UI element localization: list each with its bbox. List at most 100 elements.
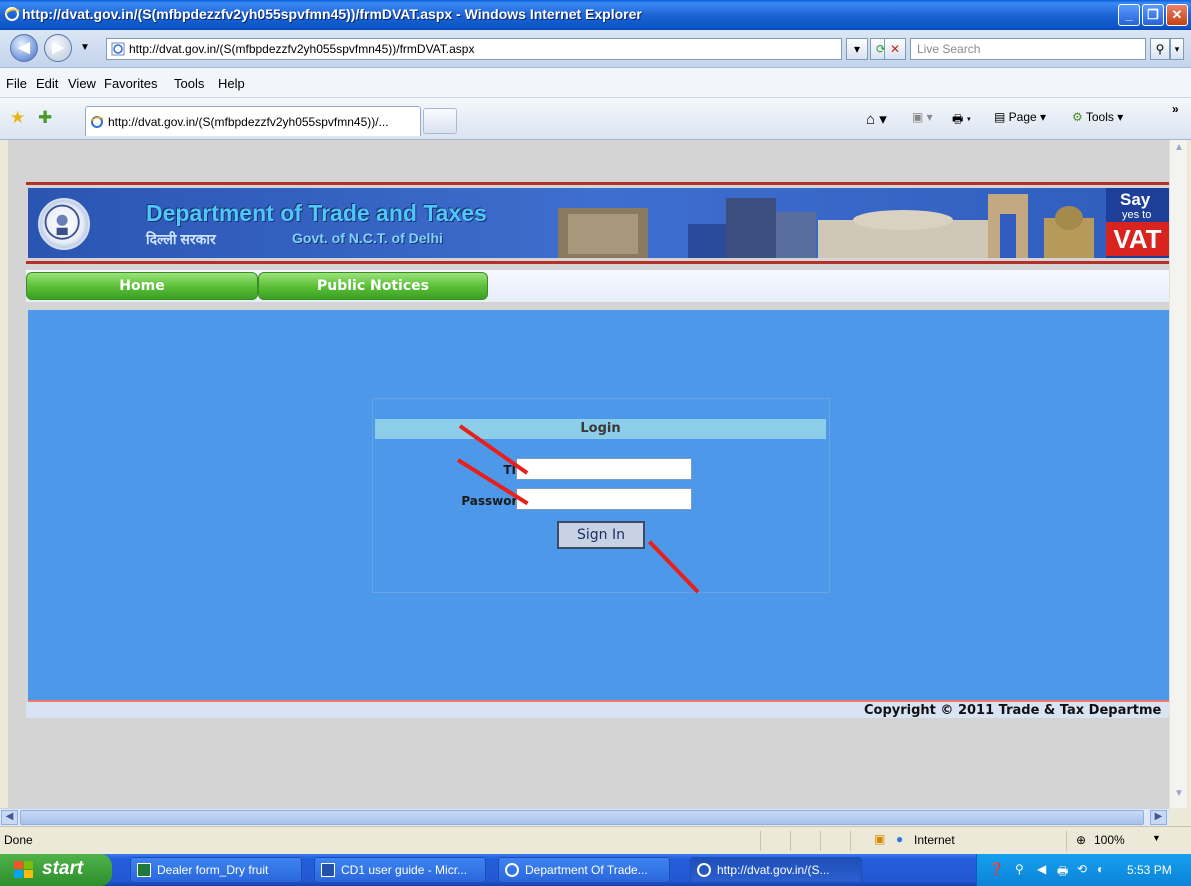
buildings-graphic (558, 194, 1094, 258)
copyright-text: Copyright © 2011 Trade & Tax Departme (864, 703, 1162, 718)
zoom-icon[interactable]: ⊕ (1076, 833, 1086, 847)
nav-public-notices[interactable]: Public Notices (258, 272, 488, 300)
tools-menu-label: Tools (1085, 110, 1114, 124)
address-text: http://dvat.gov.in/(S(mfbpdezzfv2yh055sp… (129, 42, 475, 56)
status-divider (850, 831, 851, 851)
status-text: Done (4, 833, 33, 847)
menu-edit[interactable]: Edit (36, 76, 58, 91)
feeds-icon[interactable]: ▣ ▾ (912, 110, 933, 124)
volume-tray-icon[interactable]: ◐ (1097, 862, 1104, 876)
zoom-level[interactable]: 100% (1094, 833, 1125, 847)
page-icon (111, 42, 125, 56)
sync-tray-icon[interactable]: ⟲ (1077, 862, 1087, 876)
address-dropdown-button[interactable]: ▾ (846, 38, 868, 60)
site-banner: Department of Trade and Taxes दिल्ली सरक… (28, 188, 1169, 258)
login-panel: Login TIN : Password : Sign In (372, 398, 830, 593)
page-menu-label: Page (1008, 110, 1037, 124)
system-tray: ❓ ⚲ ◀ 🖶 ⟲ ◐ 5:53 PM (976, 854, 1191, 886)
page-viewport: Department of Trade and Taxes दिल्ली सरक… (8, 140, 1169, 808)
yes-to-text: yes to (1122, 209, 1152, 221)
dept-title: Department of Trade and Taxes (146, 200, 487, 226)
window-title: http://dvat.gov.in/(S(mfbpdezzfv2yh055sp… (22, 6, 642, 22)
forward-button[interactable]: ▶ (44, 34, 72, 62)
horizontal-scroll-thumb[interactable] (20, 810, 1144, 825)
delhi-emblem-logo (38, 198, 90, 250)
zone-text: Internet (914, 833, 955, 847)
word-icon (321, 863, 335, 877)
address-row: ◀ ▶ ▼ http://dvat.gov.in/(S(mfbpdezzfv2y… (0, 30, 1191, 68)
status-divider (1066, 831, 1067, 851)
address-bar[interactable]: http://dvat.gov.in/(S(mfbpdezzfv2yh055sp… (106, 38, 842, 60)
maximize-button[interactable]: ❐ (1142, 4, 1164, 26)
say-text: Say (1120, 190, 1151, 209)
menu-tools[interactable]: Tools (174, 76, 204, 91)
scroll-right-icon[interactable]: ▶ (1150, 810, 1167, 825)
back-button[interactable]: ◀ (10, 34, 38, 62)
browser-tab[interactable]: http://dvat.gov.in/(S(mfbpdezzfv2yh055sp… (85, 106, 421, 136)
dept-govt: Govt. of N.C.T. of Delhi (292, 230, 443, 246)
stop-button[interactable]: ✕ (884, 38, 906, 60)
title-bar: http://dvat.gov.in/(S(mfbpdezzfv2yh055sp… (0, 0, 1191, 30)
status-bar: Done ▣ ● Internet ⊕ 100% ▼ (0, 826, 1191, 854)
clock: 5:53 PM (1127, 863, 1172, 877)
menu-favorites[interactable]: Favorites (104, 76, 157, 91)
footer: Copyright © 2011 Trade & Tax Departme (26, 702, 1169, 718)
menu-bar: File Edit View Favorites Tools Help (0, 68, 1191, 98)
globe-icon: ● (896, 832, 904, 846)
page-icon-small: ▤ (994, 110, 1009, 124)
lock-warning-icon: ▣ (874, 832, 886, 846)
printer-tray-icon[interactable]: 🖶 (1057, 862, 1068, 883)
menu-view[interactable]: View (68, 76, 96, 91)
search-icon[interactable]: ⚲ (1150, 38, 1170, 60)
taskbar-item-excel[interactable]: Dealer form_Dry fruit (130, 857, 302, 883)
network-tray-icon[interactable]: ⚲ (1015, 862, 1024, 876)
sign-in-button[interactable]: Sign In (557, 521, 645, 549)
menu-help[interactable]: Help (218, 76, 245, 91)
taskbar-item-label: Dealer form_Dry fruit (157, 863, 269, 877)
scroll-left-icon[interactable]: ◀ (1, 810, 18, 825)
zoom-dropdown-icon[interactable]: ▼ (1152, 833, 1161, 843)
home-icon[interactable]: ⌂ ▾ (866, 110, 887, 128)
dept-hindi: दिल्ली सरकार (146, 231, 216, 247)
browser-window: http://dvat.gov.in/(S(mfbpdezzfv2yh055sp… (0, 0, 1191, 886)
scroll-up-icon[interactable]: ▲ (1171, 142, 1187, 158)
new-tab-button[interactable] (423, 108, 457, 134)
status-divider (820, 831, 821, 851)
taskbar-item-label: Department Of Trade... (525, 863, 648, 877)
taskbar-item-word[interactable]: CD1 user guide - Micr... (314, 857, 486, 883)
taskbar-item-ie-dvat[interactable]: http://dvat.gov.in/(S... (690, 857, 862, 883)
chevron-more-icon[interactable]: » (1172, 102, 1179, 116)
banner-divider (26, 261, 1169, 264)
tin-input[interactable] (516, 458, 692, 480)
login-heading: Login (375, 419, 826, 439)
horizontal-scrollbar[interactable]: ◀ ▶ (0, 808, 1169, 826)
status-divider (760, 831, 761, 851)
taskbar-item-ie-department[interactable]: Department Of Trade... (498, 857, 670, 883)
minimize-button[interactable]: _ (1118, 4, 1140, 26)
history-dropdown-icon[interactable]: ▼ (80, 42, 90, 53)
help-tray-icon[interactable]: ❓ (989, 862, 1004, 876)
menu-file[interactable]: File (6, 76, 27, 91)
search-input[interactable]: Live Search (910, 38, 1146, 60)
print-icon[interactable]: 🖶 ▾ (952, 110, 971, 131)
page-menu[interactable]: ▤ Page ▾ (994, 110, 1046, 124)
scroll-down-icon[interactable]: ▼ (1171, 788, 1187, 804)
vertical-scrollbar[interactable]: ▲ ▼ (1169, 140, 1187, 808)
vat-text: VAT (1106, 222, 1169, 256)
search-options-button[interactable]: ▾ (1170, 38, 1184, 60)
nav-home[interactable]: Home (26, 272, 258, 300)
start-button[interactable]: start (0, 854, 112, 886)
windows-flag-icon (14, 861, 33, 878)
favorites-bar: ★ ✚ http://dvat.gov.in/(S(mfbpdezzfv2yh0… (0, 98, 1191, 140)
ie-icon (5, 7, 20, 21)
chevron-left-icon[interactable]: ◀ (1037, 862, 1046, 876)
tools-menu[interactable]: ⚙ Tools ▾ (1072, 110, 1123, 124)
add-favorites-icon[interactable]: ✚ (38, 108, 52, 128)
emblem-icon (44, 204, 80, 240)
ie-tab-icon (90, 116, 104, 128)
close-button[interactable]: ✕ (1166, 4, 1188, 26)
gear-icon: ⚙ (1072, 110, 1086, 124)
taskbar-item-label: CD1 user guide - Micr... (341, 863, 468, 877)
favorites-star-icon[interactable]: ★ (10, 108, 25, 128)
password-input[interactable] (516, 488, 692, 510)
